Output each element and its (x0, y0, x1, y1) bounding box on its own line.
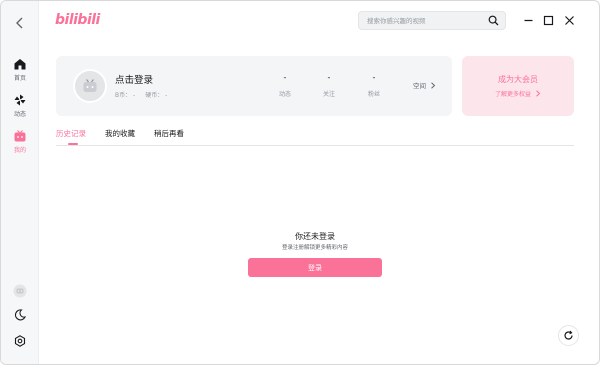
refresh-icon (564, 330, 573, 340)
b-coin: B币： - (115, 92, 136, 99)
tab-bar: 历史记录 我的收藏 稍后再看 (56, 128, 574, 146)
sidebar-item-mine[interactable]: 我的 (1, 129, 39, 154)
minimize-icon[interactable] (523, 15, 534, 26)
settings-button[interactable] (1, 335, 39, 347)
pinwheel-icon (14, 94, 26, 106)
sidebar-item-label: 我的 (13, 147, 26, 154)
bilibili-logo: bilibili (55, 12, 100, 28)
vip-card[interactable]: 成为大会员 了解更多权益 (462, 56, 574, 116)
sidebar-item-home[interactable]: 首页 (1, 57, 39, 82)
stat-value: - (283, 73, 287, 82)
space-label: 空间 (413, 82, 426, 90)
stat-value: - (327, 73, 331, 82)
tv-icon (14, 130, 26, 142)
empty-title: 你还未登录 (295, 232, 335, 241)
tab-history[interactable]: 历史记录 (56, 128, 86, 145)
search-input[interactable] (367, 13, 483, 28)
close-icon[interactable] (564, 15, 575, 26)
refresh-button[interactable] (558, 325, 579, 346)
stat-dynamic[interactable]: - 动态 (270, 73, 300, 98)
profile-card: 点击登录 B币： - 硬币： - - 动态 - 关注 - 粉丝 空间 (56, 56, 452, 116)
moon-icon (14, 309, 26, 321)
chevron-right-icon (431, 82, 436, 89)
sidebar-item-dynamic[interactable]: 动态 (1, 93, 39, 118)
app-window: 首页 动态 我的 bilibili 点击登录 (0, 0, 600, 365)
search-icon[interactable] (488, 15, 499, 26)
stat-label: 关注 (322, 91, 335, 98)
settings-icon (14, 335, 26, 347)
empty-subtitle: 登录注册解锁更多精彩内容 (281, 245, 348, 251)
home-icon (14, 59, 26, 70)
sidebar: 首页 动态 我的 (1, 1, 39, 364)
theme-toggle[interactable] (1, 309, 39, 321)
login-prompt[interactable]: 点击登录 (115, 72, 153, 86)
user-avatar-icon (13, 284, 27, 298)
maximize-icon[interactable] (543, 15, 554, 26)
stat-label: 动态 (278, 91, 291, 98)
vip-link-label: 了解更多权益 (495, 91, 532, 98)
sidebar-item-label: 动态 (13, 111, 26, 118)
stat-following[interactable]: - 关注 (314, 73, 344, 98)
space-link[interactable]: 空间 (413, 80, 436, 90)
search-box[interactable] (358, 11, 506, 30)
tab-favorites[interactable]: 我的收藏 (105, 128, 135, 139)
back-icon[interactable] (12, 15, 28, 31)
vip-link[interactable]: 了解更多权益 (462, 89, 574, 98)
stat-value: - (372, 73, 376, 82)
coin-info: B币： - 硬币： - (115, 90, 177, 99)
sidebar-item-label: 首页 (13, 75, 26, 82)
vip-title: 成为大会员 (498, 75, 538, 84)
chevron-right-icon (536, 90, 541, 97)
stat-fans[interactable]: - 粉丝 (359, 73, 389, 98)
login-button[interactable]: 登录 (248, 258, 382, 277)
avatar[interactable] (73, 69, 107, 103)
sidebar-avatar[interactable] (1, 284, 39, 298)
coin: 硬币： - (145, 92, 168, 99)
default-avatar-icon (83, 79, 97, 92)
tab-watch-later[interactable]: 稍后再看 (154, 128, 184, 139)
stat-label: 粉丝 (367, 91, 380, 98)
